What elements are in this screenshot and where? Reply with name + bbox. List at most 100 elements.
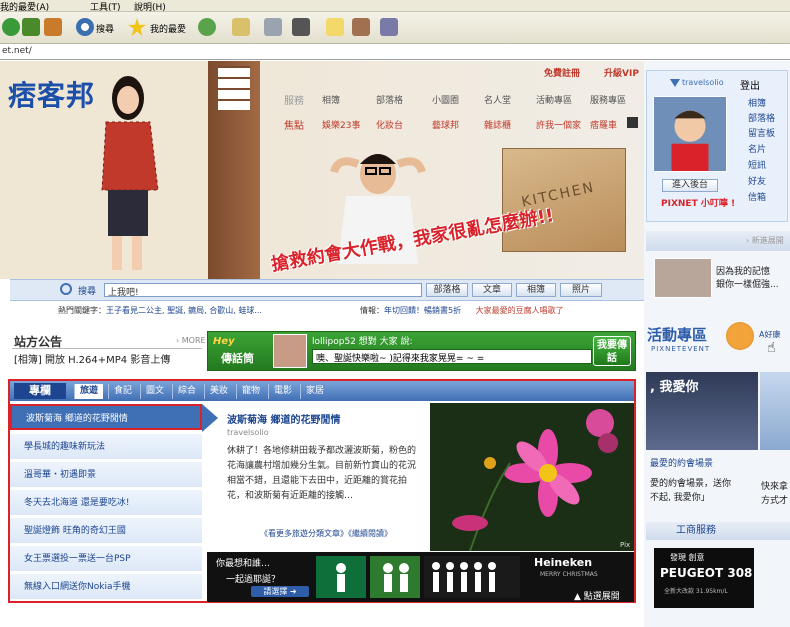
ad-text-line1: 你最想和誰… (216, 559, 271, 569)
chat-title: 傳話筒 (221, 352, 254, 365)
tab-beauty[interactable]: 美妝 (204, 384, 233, 399)
search-button-label[interactable]: 搜尋 (96, 22, 114, 35)
focus-entertainment[interactable]: 娛樂23事 (322, 118, 360, 131)
search-label: 搜尋 (78, 287, 97, 297)
pixnet-reminder[interactable]: PIXNET 小叮嚀 ! (661, 196, 735, 209)
nav-album[interactable]: 相簿 (322, 93, 340, 106)
event-title[interactable]: 活動專區 (647, 324, 707, 345)
tab-home[interactable]: 家居 (300, 384, 329, 399)
chat-user[interactable]: lollipop52 想對 大家 說: (312, 334, 413, 347)
profile-guestbook-link[interactable]: 留言板 (748, 126, 775, 139)
latest-text[interactable]: 因為我的記憶 銀你一樣倔強... (716, 266, 779, 292)
side-item-psp[interactable]: 女王票選投一票送一台PSP (10, 546, 202, 572)
tab-travel[interactable]: 旅遊 (74, 384, 104, 399)
browser-window: { "browser": { "menu": {"favorites": "我的… (0, 0, 790, 627)
favorites-star-icon[interactable] (128, 18, 146, 36)
ad-select-button[interactable]: 請選擇 ➜ (251, 586, 309, 597)
article-links[interactable]: 《看更多旅遊分類文章》《繼續閱讀》 (260, 528, 392, 539)
focus-nav: 焦點 娛樂23事 化妝台 藝球邦 雜誌櫃 許我一個家 痞羅車 (284, 117, 640, 132)
focus-makeup[interactable]: 化妝台 (376, 118, 403, 131)
side-item-vancouver[interactable]: 溫哥華・初遇即景 (10, 462, 202, 488)
tab-illustration[interactable]: 圖文 (140, 384, 169, 399)
mail-icon[interactable] (232, 18, 250, 36)
announcement-more-link[interactable]: › MORE (176, 336, 206, 345)
search-photo-button[interactable]: 照片 (560, 283, 602, 297)
logout-link[interactable]: 登出 (740, 77, 760, 92)
search-input[interactable]: 上我吧! (104, 283, 422, 298)
tab-general[interactable]: 綜合 (172, 384, 201, 399)
username[interactable]: travelsolio (682, 78, 724, 87)
nav-blog[interactable]: 部落格 (376, 93, 403, 106)
focus-more-icon[interactable] (627, 117, 638, 128)
search-icon[interactable] (76, 18, 94, 36)
search-article-button[interactable]: 文章 (472, 283, 512, 297)
business-services-header[interactable]: 工商服務 (646, 522, 790, 540)
event-caption[interactable]: 最愛的約會場景 (650, 456, 713, 469)
favorites-button-label[interactable]: 我的最愛 (150, 22, 186, 35)
services-nav: 服務 相簿 部落格 小圖圈 名人堂 活動專區 服務專區 (284, 92, 640, 107)
history-icon[interactable] (198, 18, 216, 36)
nav-celebrity[interactable]: 名人堂 (484, 93, 511, 106)
peugeot-ad[interactable]: 發現 創意 PEUGEOT 308 全新大改款 31.95km/L (654, 548, 754, 608)
tab-food[interactable]: 食記 (108, 384, 137, 399)
focus-car[interactable]: 痞羅車 (590, 118, 617, 131)
nav-small-circle[interactable]: 小圖圈 (432, 93, 459, 106)
side-item-cosmos[interactable]: 波斯菊海 鄉道的花野閒情 (10, 404, 202, 430)
profile-album-link[interactable]: 相簿 (748, 96, 766, 109)
nav-events[interactable]: 活動專區 (536, 93, 572, 106)
edit-icon[interactable] (292, 18, 310, 36)
event-desc-line1: 愛的約會場景，送你 (650, 479, 732, 489)
profile-mailbox-link[interactable]: 信箱 (748, 190, 766, 203)
home-icon[interactable] (44, 18, 62, 36)
print-icon[interactable] (264, 18, 282, 36)
backstage-button[interactable]: 進入後台 (662, 179, 718, 192)
latest-thumbnail[interactable] (654, 258, 712, 298)
messenger-icon[interactable] (380, 18, 398, 36)
address-text[interactable]: et.net/ (2, 46, 32, 56)
ad-subtitle: MERRY CHRISTMAS (540, 571, 598, 578)
info-item-1[interactable]: 年切回饋！暢銷書5折 (384, 306, 461, 315)
profile-friends-link[interactable]: 好友 (748, 174, 766, 187)
side-item-nokia[interactable]: 無線入口網送你Nokia手機 (10, 574, 202, 600)
tab-pets[interactable]: 寵物 (236, 384, 265, 399)
ad-expand-link[interactable]: ▲ 點選展開 (574, 589, 620, 602)
chat-hey: Hey (213, 336, 235, 347)
side-item-hokkaido[interactable]: 冬天去北海道 還是要吃冰! (10, 490, 202, 516)
hot-keywords-list[interactable]: 王子看見二公主, 聖誕, 鑣局, 合歡山, 蛙球... (106, 306, 262, 315)
profile-card-link[interactable]: 名片 (748, 142, 766, 155)
cosmos-photo[interactable] (430, 403, 634, 551)
profile-blog-link[interactable]: 部落格 (748, 111, 775, 124)
chat-avatar[interactable] (273, 334, 307, 368)
article-author[interactable]: travelsolio (227, 428, 269, 437)
tab-movies[interactable]: 電影 (268, 384, 297, 399)
register-link[interactable]: 免費註冊 (544, 66, 580, 79)
search-album-button[interactable]: 相簿 (516, 283, 556, 297)
focus-home[interactable]: 許我一個家 (536, 118, 581, 131)
send-message-button[interactable]: 我要傳話 (593, 336, 631, 366)
profile-message-link[interactable]: 短訊 (748, 158, 766, 171)
tiger-mascot-icon (726, 322, 754, 350)
research-icon[interactable] (352, 18, 370, 36)
search-blog-button[interactable]: 部落格 (426, 283, 468, 297)
article-title[interactable]: 波斯菊海 鄉道的花野閒情 (227, 411, 340, 426)
notes-icon[interactable] (326, 18, 344, 36)
ad-figures-graphic (316, 556, 520, 598)
forward-icon[interactable] (2, 18, 20, 36)
girl-illustration (101, 76, 159, 270)
refresh-icon[interactable] (22, 18, 40, 36)
agood-link[interactable]: A好康 (759, 329, 780, 340)
side-item-mongkok[interactable]: 聖誕燈飾 旺角的奇幻王國 (10, 518, 202, 544)
event-banner-2[interactable] (760, 372, 790, 450)
latest-header[interactable]: › 新進展開 (646, 231, 790, 251)
focus-sports[interactable]: 藝球邦 (432, 118, 459, 131)
info-item-2[interactable]: 大家最愛的豆腐人唱歌了 (476, 306, 564, 315)
feature-title: 專欄 (14, 383, 66, 399)
nav-service-area[interactable]: 服務專區 (590, 93, 626, 106)
focus-magazine[interactable]: 雜誌櫃 (484, 118, 511, 131)
user-avatar[interactable] (653, 96, 727, 172)
announcement-text[interactable]: [相簿] 開放 H.264+MP4 影音上傳 (14, 351, 170, 366)
event-desc-2: 快來拿 方式才 (761, 480, 788, 508)
side-item-great-wall[interactable]: 學長城的趣味新玩法 (10, 434, 202, 460)
address-bar[interactable]: et.net/ (0, 44, 790, 60)
vip-link[interactable]: 升級VIP (604, 66, 639, 79)
